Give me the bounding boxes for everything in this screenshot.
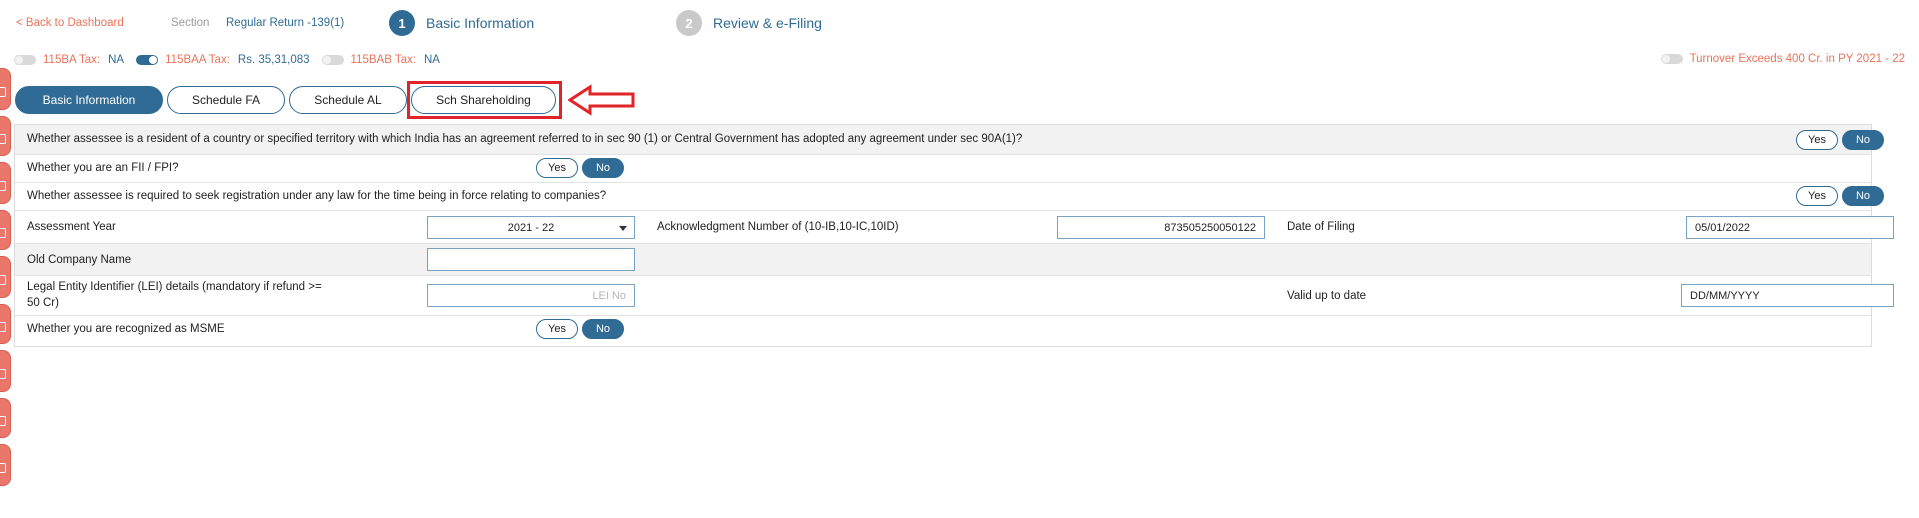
annotation-arrow-icon bbox=[568, 84, 635, 116]
step-label-review-efiling: Review & e-Filing bbox=[713, 15, 822, 31]
question-msme: Whether you are recognized as MSME bbox=[27, 323, 225, 335]
question-fii: Whether you are an FII / FPI? bbox=[27, 162, 179, 174]
tax-label-115ba: 115BA Tax: bbox=[43, 54, 101, 66]
side-tab-3-icon[interactable] bbox=[0, 162, 11, 204]
tax-value-115bab: NA bbox=[423, 54, 440, 66]
row-registration: Whether assessee is required to seek reg… bbox=[15, 183, 1884, 211]
step-review-efiling[interactable]: 2 Review & e-Filing bbox=[676, 10, 822, 36]
ack-number-value: 873505250050122 bbox=[1164, 221, 1256, 234]
side-tab-6-icon[interactable] bbox=[0, 304, 11, 344]
old-company-label: Old Company Name bbox=[27, 254, 132, 266]
fii-yes-button[interactable]: Yes bbox=[536, 158, 578, 178]
turnover-toggle-group: Turnover Exceeds 400 Cr. in PY 2021 - 22 bbox=[1660, 53, 1905, 65]
side-tab-9-icon[interactable] bbox=[0, 444, 11, 486]
row-msme: Whether you are recognized as MSME Yes N… bbox=[15, 316, 1871, 346]
toggle-115ba[interactable] bbox=[14, 55, 36, 65]
side-tab-7-icon[interactable] bbox=[0, 350, 11, 392]
row-old-company: Old Company Name bbox=[15, 244, 1871, 276]
basic-information-form: Whether assessee is a resident of a coun… bbox=[14, 124, 1894, 347]
subtab-schedule-al[interactable]: Schedule AL bbox=[289, 86, 407, 114]
chevron-down-icon bbox=[619, 226, 627, 231]
tax-value-115baa: Rs. 35,31,083 bbox=[237, 54, 310, 66]
turnover-label: Turnover Exceeds 400 Cr. in PY 2021 - 22 bbox=[1689, 53, 1905, 65]
ack-number-input[interactable]: 873505250050122 bbox=[1057, 216, 1265, 239]
side-tab-8-icon[interactable] bbox=[0, 398, 11, 438]
msme-yes-button[interactable]: Yes bbox=[536, 319, 578, 339]
side-tab-5-icon[interactable] bbox=[0, 256, 11, 298]
side-tab-2-icon[interactable] bbox=[0, 116, 11, 156]
tax-label-115baa: 115BAA Tax: bbox=[165, 54, 230, 66]
lei-label-line2: 50 Cr) bbox=[27, 297, 59, 309]
old-company-input[interactable] bbox=[427, 248, 635, 271]
registration-yes-no: Yes No bbox=[1796, 186, 1888, 206]
assessment-year-select[interactable]: 2021 - 22 bbox=[427, 216, 635, 239]
date-of-filing-input[interactable]: 05/01/2022 bbox=[1686, 216, 1894, 239]
row-assessment-year: Assessment Year 2021 - 22 Acknowledgment… bbox=[15, 211, 1894, 244]
back-to-dashboard-link[interactable]: < Back to Dashboard bbox=[16, 17, 124, 29]
dtaa-no-button[interactable]: No bbox=[1842, 130, 1884, 150]
row-lei: Legal Entity Identifier (LEI) details (m… bbox=[15, 276, 1894, 316]
step-label-basic-information: Basic Information bbox=[426, 15, 535, 31]
assessment-year-value: 2021 - 22 bbox=[507, 221, 555, 234]
assessment-year-label: Assessment Year bbox=[27, 221, 116, 233]
registration-no-button[interactable]: No bbox=[1842, 186, 1884, 206]
toggle-115baa[interactable] bbox=[136, 55, 159, 65]
fii-no-button[interactable]: No bbox=[582, 158, 624, 178]
step-number-2: 2 bbox=[676, 10, 702, 36]
annotation-highlight-box bbox=[407, 81, 562, 119]
row-fii: Whether you are an FII / FPI? Yes No bbox=[15, 155, 1871, 183]
side-tab-4-icon[interactable] bbox=[0, 210, 11, 250]
subtab-basic-information[interactable]: Basic Information bbox=[15, 86, 163, 114]
toggle-115bab[interactable] bbox=[321, 55, 344, 65]
date-of-filing-value: 05/01/2022 bbox=[1695, 221, 1751, 234]
fii-yes-no: Yes No bbox=[536, 158, 628, 178]
tax-value-115ba: NA bbox=[108, 54, 125, 66]
lei-label-line1: Legal Entity Identifier (LEI) details (m… bbox=[27, 281, 322, 293]
msme-yes-no: Yes No bbox=[536, 319, 628, 339]
question-dtaa: Whether assessee is a resident of a coun… bbox=[27, 133, 1023, 145]
tax-regime-row: 115BA Tax: NA 115BAA Tax: Rs. 35,31,083 … bbox=[14, 53, 452, 67]
section-value: Regular Return -139(1) bbox=[226, 17, 345, 29]
step-basic-information[interactable]: 1 Basic Information bbox=[389, 10, 534, 36]
valid-up-to-label: Valid up to date bbox=[1287, 290, 1367, 302]
dtaa-yes-no: Yes No bbox=[1796, 130, 1888, 150]
section-label: Section bbox=[171, 17, 210, 29]
side-tab-1-icon[interactable] bbox=[0, 68, 11, 110]
lei-placeholder: LEI No bbox=[592, 289, 626, 302]
valid-up-to-input[interactable]: DD/MM/YYYY bbox=[1681, 284, 1894, 307]
date-of-filing-label: Date of Filing bbox=[1287, 221, 1355, 233]
msme-no-button[interactable]: No bbox=[582, 319, 624, 339]
tax-label-115bab: 115BAB Tax: bbox=[350, 54, 416, 66]
subtab-schedule-fa[interactable]: Schedule FA bbox=[167, 86, 285, 114]
top-bar: < Back to Dashboard Section Regular Retu… bbox=[0, 0, 1919, 46]
ack-number-label: Acknowledgment Number of (10-IB,10-IC,10… bbox=[657, 221, 899, 233]
registration-yes-button[interactable]: Yes bbox=[1796, 186, 1838, 206]
valid-up-to-value: DD/MM/YYYY bbox=[1690, 289, 1760, 302]
row-dtaa: Whether assessee is a resident of a coun… bbox=[15, 125, 1884, 155]
dtaa-yes-button[interactable]: Yes bbox=[1796, 130, 1838, 150]
lei-number-input[interactable]: LEI No bbox=[427, 284, 635, 307]
toggle-turnover[interactable] bbox=[1660, 54, 1683, 64]
step-number-1: 1 bbox=[389, 10, 415, 36]
question-registration: Whether assessee is required to seek reg… bbox=[27, 190, 607, 202]
